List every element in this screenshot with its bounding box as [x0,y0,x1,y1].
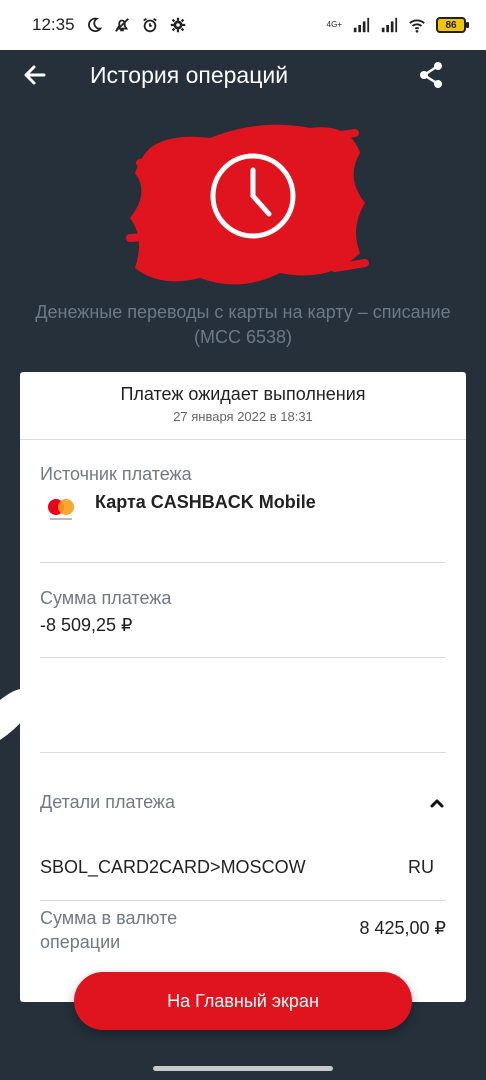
battery-icon: 86 [436,17,469,33]
payment-card: Платеж ожидает выполнения 27 января 2022… [20,372,466,1002]
page-title: История операций [90,62,289,88]
moon-icon [87,17,102,33]
main-screen-button[interactable]: На Главный экран [74,972,412,1030]
source-label: Источник платежа [40,464,192,484]
currency-amount-label: Сумма в валюте операции [40,908,178,952]
chevron-up-icon[interactable] [428,794,446,812]
amount-label: Сумма платежа [40,588,172,608]
pending-clock-icon [126,124,369,285]
amount-value: -8 509,25 ₽ [40,615,133,635]
amount-section: Сумма платежа -8 509,25 ₽ [40,588,446,636]
network-type: 4G+ [326,20,342,29]
payment-date: 27 января 2022 в 18:31 [173,409,313,424]
divider [40,752,446,753]
signal-icon [353,17,370,33]
divider [40,900,446,901]
currency-amount-row: Сумма в валюте операции 8 425,00 ₽ [40,906,446,954]
operation-category: Денежные переводы с карты на карту – спи… [35,302,451,347]
merchant-name: SBOL_CARD2CARD>MOSCOW [40,857,306,877]
details-toggle[interactable]: Детали платежа [40,792,446,813]
wifi-icon [409,19,425,33]
signal-icon-2 [381,17,398,33]
battery-level: 86 [445,19,457,31]
status-bar: 12:35 4G+ 86 [0,0,486,50]
settings-gear-icon [170,17,185,33]
status-time: 12:35 [32,15,75,34]
notifications-off-icon [114,18,129,32]
currency-amount-value: 8 425,00 ₽ [359,918,446,938]
divider [40,562,446,563]
home-indicator [153,1066,333,1071]
divider [40,657,446,658]
merchant-row: SBOL_CARD2CARD>MOSCOW RU [40,857,446,878]
source-section: Источник платежа Карта CASHBACK Mobile [40,464,446,544]
payment-status: Платеж ожидает выполнения [120,384,366,404]
alarm-icon [142,17,157,33]
details-label: Детали платежа [40,792,175,812]
source-card-name: Карта CASHBACK Mobile [95,492,316,512]
back-arrow-icon[interactable] [20,60,50,90]
merchant-country: RU [408,857,434,877]
app-bar: История операций [0,50,486,102]
card-header: Платеж ожидает выполнения 27 января 2022… [20,372,466,440]
share-icon[interactable] [416,60,446,90]
mastercard-icon [48,499,74,520]
